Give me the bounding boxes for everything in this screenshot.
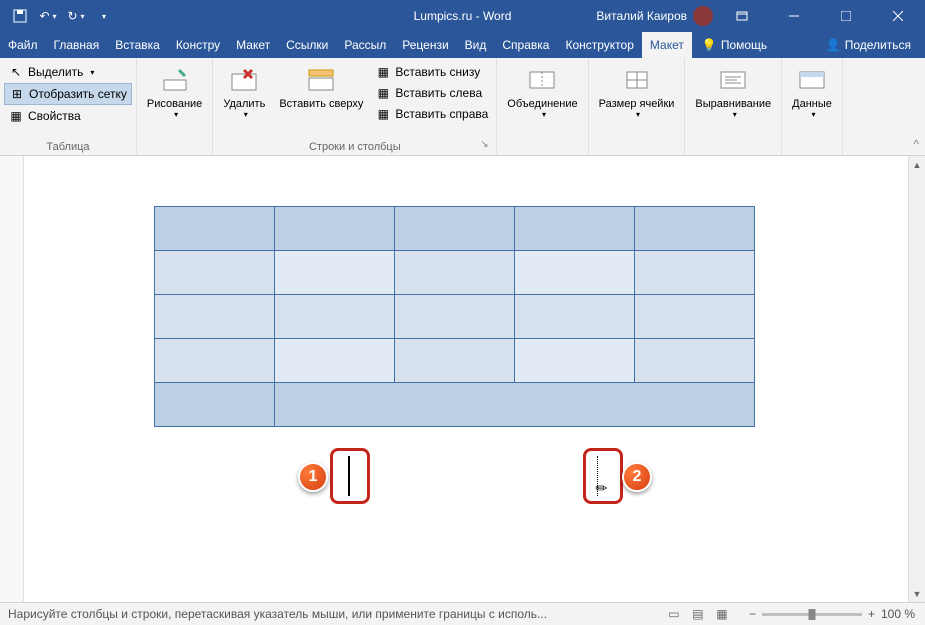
zoom-in-button[interactable]: + [868, 607, 875, 621]
drawn-border-line [348, 456, 350, 496]
status-bar: Нарисуйте столбцы и строки, перетаскивая… [0, 602, 925, 625]
tab-file[interactable]: Файл [0, 32, 46, 58]
group-label: Строки и столбцы [217, 139, 492, 155]
page[interactable] [24, 156, 925, 602]
cursor-icon: ↖ [8, 64, 24, 80]
read-mode-icon[interactable]: ▭ [663, 605, 685, 623]
group-draw: Рисование [137, 58, 213, 155]
group-cell-size: Размер ячейки [589, 58, 686, 155]
group-data: Данные [782, 58, 843, 155]
insert-below-button[interactable]: ▦Вставить снизу [371, 62, 492, 82]
word-table[interactable] [154, 206, 755, 427]
insert-right-icon: ▦ [375, 106, 391, 122]
user-name[interactable]: Виталий Каиров [596, 9, 687, 23]
quick-access-toolbar: ↶ ↻ ▾ [0, 4, 124, 28]
tab-insert[interactable]: Вставка [107, 32, 168, 58]
alignment-button[interactable]: Выравнивание [689, 60, 777, 123]
group-merge: Объединение [497, 58, 588, 155]
vertical-ruler[interactable] [0, 156, 24, 602]
maximize-button[interactable] [823, 0, 869, 32]
tab-mailings[interactable]: Рассыл [336, 32, 394, 58]
dialog-launcher-icon[interactable]: ↘ [480, 139, 494, 153]
properties-button[interactable]: ▦Свойства [4, 106, 132, 126]
cell-size-button[interactable]: Размер ячейки [593, 60, 681, 123]
qat-customize-icon[interactable]: ▾ [92, 4, 116, 28]
redo-icon[interactable]: ↻ [64, 4, 88, 28]
data-button[interactable]: Данные [786, 60, 838, 123]
insert-left-button[interactable]: ▦Вставить слева [371, 83, 492, 103]
insert-above-icon [305, 64, 337, 96]
annotation-bubble-1: 1 [298, 462, 328, 492]
status-text: Нарисуйте столбцы и строки, перетаскивая… [0, 607, 657, 621]
grid-icon: ⊞ [9, 86, 25, 102]
group-label: Таблица [4, 139, 132, 155]
group-table: ↖Выделить ⊞Отобразить сетку ▦Свойства Та… [0, 58, 137, 155]
tab-review[interactable]: Рецензи [394, 32, 456, 58]
save-icon[interactable] [8, 4, 32, 28]
zoom-level[interactable]: 100 % [881, 607, 915, 621]
zoom-controls: − + 100 % [739, 607, 925, 621]
align-icon [717, 64, 749, 96]
group-rows-columns: Удалить Вставить сверху ▦Вставить снизу … [213, 58, 497, 155]
tab-references[interactable]: Ссылки [278, 32, 336, 58]
annotation-box-1 [330, 448, 370, 504]
tab-layout[interactable]: Макет [228, 32, 278, 58]
tab-table-design[interactable]: Конструктор [557, 32, 641, 58]
tell-me[interactable]: 💡Помощь [692, 32, 777, 58]
merge-button[interactable]: Объединение [501, 60, 583, 123]
annotation-bubble-2: 2 [622, 462, 652, 492]
tab-help[interactable]: Справка [494, 32, 557, 58]
ribbon-tabs: Файл Главная Вставка Констру Макет Ссылк… [0, 32, 925, 58]
collapse-ribbon-icon[interactable]: ^ [913, 137, 919, 151]
data-icon [796, 64, 828, 96]
scroll-down-icon[interactable]: ▼ [909, 585, 925, 602]
print-layout-icon[interactable]: ▤ [687, 605, 709, 623]
ribbon-display-icon[interactable] [719, 0, 765, 32]
vertical-scrollbar[interactable]: ▲ ▼ [908, 156, 925, 602]
tab-view[interactable]: Вид [457, 32, 495, 58]
zoom-out-button[interactable]: − [749, 607, 756, 621]
insert-above-button[interactable]: Вставить сверху [273, 60, 369, 114]
pencil-icon [159, 64, 191, 96]
select-button[interactable]: ↖Выделить [4, 62, 132, 82]
delete-button[interactable]: Удалить [217, 60, 271, 123]
view-gridlines-button[interactable]: ⊞Отобразить сетку [4, 83, 132, 105]
tab-design[interactable]: Констру [168, 32, 228, 58]
properties-icon: ▦ [8, 108, 24, 124]
tab-table-layout[interactable]: Макет [642, 32, 692, 58]
close-button[interactable] [875, 0, 921, 32]
document-area [0, 156, 925, 602]
insert-left-icon: ▦ [375, 85, 391, 101]
insert-right-button[interactable]: ▦Вставить справа [371, 104, 492, 124]
minimize-button[interactable] [771, 0, 817, 32]
cell-size-icon [621, 64, 653, 96]
avatar[interactable] [693, 6, 713, 26]
undo-icon[interactable]: ↶ [36, 4, 60, 28]
lightbulb-icon: 💡 [702, 38, 717, 52]
title-bar: ↶ ↻ ▾ Lumpics.ru - Word Виталий Каиров [0, 0, 925, 32]
scroll-up-icon[interactable]: ▲ [909, 156, 925, 173]
draw-button[interactable]: Рисование [141, 60, 208, 123]
share-icon: 👤 [826, 38, 841, 52]
ribbon: ↖Выделить ⊞Отобразить сетку ▦Свойства Та… [0, 58, 925, 156]
tab-home[interactable]: Главная [46, 32, 108, 58]
insert-below-icon: ▦ [375, 64, 391, 80]
window-title: Lumpics.ru - Word [414, 9, 512, 23]
group-alignment: Выравнивание [685, 58, 782, 155]
merge-icon [526, 64, 558, 96]
share-button[interactable]: 👤Поделиться [812, 32, 925, 58]
zoom-slider[interactable] [762, 613, 862, 616]
delete-icon [228, 64, 260, 96]
web-layout-icon[interactable]: ▦ [711, 605, 733, 623]
